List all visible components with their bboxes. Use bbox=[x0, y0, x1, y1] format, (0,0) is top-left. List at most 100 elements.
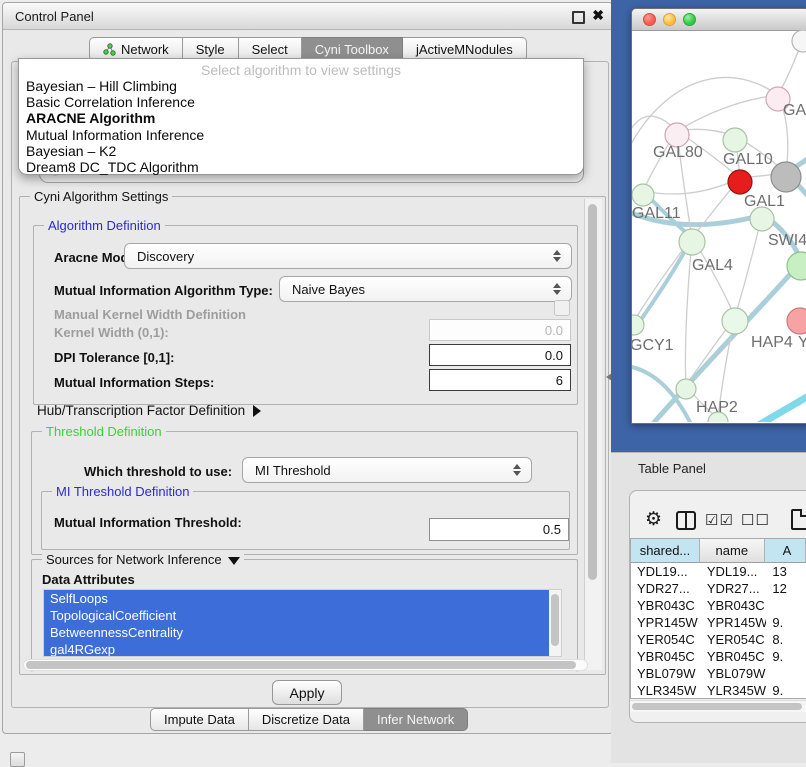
table-cell[interactable]: YLR345W bbox=[631, 682, 701, 699]
table-cell[interactable]: 9. bbox=[766, 648, 806, 665]
collapsed-arrow-icon bbox=[253, 405, 261, 417]
column-header-a[interactable]: A bbox=[765, 539, 806, 563]
table-cell[interactable]: YER054C bbox=[701, 631, 767, 648]
network-node[interactable] bbox=[771, 162, 801, 192]
algorithm-option-aracne-algorithm[interactable]: ARACNE Algorithm bbox=[19, 110, 583, 126]
dpi-tolerance-field[interactable]: 0.0 bbox=[429, 344, 571, 366]
table-horizontal-scrollbar[interactable] bbox=[630, 700, 806, 712]
column-header-shared-[interactable]: shared... bbox=[631, 539, 700, 563]
network-node-swi4[interactable] bbox=[750, 207, 774, 231]
table-cell[interactable]: YER054C bbox=[631, 631, 701, 648]
close-icon[interactable]: ✖ bbox=[592, 7, 604, 24]
node-attribute-table[interactable]: shared...nameA YDL19...YDL19...13YDR27..… bbox=[630, 538, 806, 699]
network-node-hap4[interactable] bbox=[722, 308, 748, 334]
table-cell[interactable]: 13 bbox=[766, 563, 806, 580]
mi-steps-field[interactable]: 6 bbox=[429, 369, 571, 391]
table-cell[interactable]: YPR145W bbox=[701, 614, 767, 631]
deselect-all-icon[interactable]: ☐☐ bbox=[741, 511, 770, 529]
algorithm-option-bayesian-k2[interactable]: Bayesian – K2 bbox=[19, 143, 583, 159]
attribute-item-betweennesscentrality[interactable]: BetweennessCentrality bbox=[44, 624, 549, 641]
table-cell[interactable]: YBL079W bbox=[701, 665, 767, 682]
attribute-item-gal4rgexp[interactable]: gal4RGexp bbox=[44, 641, 549, 657]
network-node-hap2[interactable] bbox=[676, 379, 696, 399]
network-canvas[interactable]: GALGAL80GAL10GAL1GAL11SWI4GAL4GCY1HAP4YH… bbox=[632, 30, 806, 422]
table-cell[interactable]: 9. bbox=[766, 614, 806, 631]
table-cell[interactable]: YDL19... bbox=[701, 563, 767, 580]
column-selector-icon[interactable] bbox=[676, 511, 696, 530]
table-row[interactable]: YBR045CYBR045C9. bbox=[631, 648, 806, 665]
algorithm-option-basic-correlation-inference[interactable]: Basic Correlation Inference bbox=[19, 94, 583, 110]
settings-vertical-scrollbar[interactable] bbox=[584, 199, 602, 670]
table-row[interactable]: YDL19...YDL19...13 bbox=[631, 563, 806, 580]
table-cell[interactable]: 12 bbox=[766, 580, 806, 597]
network-node-y[interactable] bbox=[787, 308, 806, 334]
export-table-icon[interactable] bbox=[791, 509, 806, 530]
mi-threshold-label: Mutual Information Threshold: bbox=[54, 515, 242, 530]
table-header-row: shared...nameA bbox=[631, 539, 806, 563]
network-view-window[interactable]: GALGAL80GAL10GAL1GAL11SWI4GAL4GCY1HAP4YH… bbox=[631, 8, 806, 424]
network-window-titlebar[interactable] bbox=[632, 9, 806, 31]
table-horizontal-scrollbar-thumb[interactable] bbox=[632, 703, 802, 710]
algorithm-option-mutual-information-inference[interactable]: Mutual Information Inference bbox=[19, 127, 583, 143]
table-cell[interactable]: YLR345W bbox=[701, 682, 767, 699]
table-cell[interactable]: 8. bbox=[766, 631, 806, 648]
tab-infer-network[interactable]: Infer Network bbox=[364, 708, 468, 731]
table-cell[interactable]: YBR043C bbox=[631, 597, 701, 614]
float-window-icon[interactable] bbox=[572, 11, 585, 24]
attribute-item-topologicalcoefficient[interactable]: TopologicalCoefficient bbox=[44, 607, 549, 624]
table-row[interactable]: YLR345WYLR345W9. bbox=[631, 682, 806, 699]
mac-close-icon[interactable] bbox=[643, 13, 656, 26]
apply-button[interactable]: Apply bbox=[272, 680, 342, 705]
algorithm-option-bayesian-hill-climbing[interactable]: Bayesian – Hill Climbing bbox=[19, 78, 583, 94]
table-cell[interactable]: YBL079W bbox=[631, 665, 701, 682]
table-row[interactable]: YER054CYER054C8. bbox=[631, 631, 806, 648]
table-cell[interactable] bbox=[766, 597, 806, 614]
table-cell[interactable]: YBR045C bbox=[631, 648, 701, 665]
select-all-icon[interactable]: ☑☑ bbox=[705, 511, 734, 529]
minimized-panel-icon[interactable] bbox=[10, 752, 25, 767]
table-row[interactable]: YBL079WYBL079W bbox=[631, 665, 806, 682]
hub-definition-toggle[interactable]: Hub/Transcription Factor Definition bbox=[37, 403, 261, 418]
mi-threshold-field[interactable]: 0.5 bbox=[429, 518, 569, 541]
mac-zoom-icon[interactable] bbox=[683, 13, 696, 26]
table-cell[interactable]: YDR27... bbox=[631, 580, 701, 597]
combo-stepper-icon bbox=[553, 250, 562, 262]
control-panel-window: Control Panel ✖ NetworkStyleSelectCyni T… bbox=[2, 2, 613, 734]
sources-title-text: Sources for Network Inference bbox=[46, 552, 222, 567]
tab-impute-data[interactable]: Impute Data bbox=[150, 708, 249, 731]
table-cell[interactable]: YBR045C bbox=[701, 648, 767, 665]
table-cell[interactable]: YDR27... bbox=[701, 580, 767, 597]
algorithm-option-dream8-dc-tdc-algorithm[interactable]: Dream8 DC_TDC Algorithm bbox=[19, 159, 583, 175]
mac-minimize-icon[interactable] bbox=[663, 13, 676, 26]
sources-title[interactable]: Sources for Network Inference bbox=[42, 552, 244, 567]
network-node-gal10[interactable] bbox=[723, 128, 747, 152]
which-threshold-combobox[interactable]: MI Threshold bbox=[242, 457, 532, 483]
network-node[interactable] bbox=[792, 30, 806, 52]
table-row[interactable]: YPR145WYPR145W9. bbox=[631, 614, 806, 631]
column-header-name[interactable]: name bbox=[700, 539, 765, 563]
table-cell[interactable]: YDL19... bbox=[631, 563, 701, 580]
network-node-gal11[interactable] bbox=[632, 184, 654, 206]
tab-discretize-data[interactable]: Discretize Data bbox=[249, 708, 364, 731]
table-cell[interactable]: YBR043C bbox=[701, 597, 767, 614]
dpi-tolerance-label: DPI Tolerance [0,1]: bbox=[54, 350, 174, 365]
kernel-width-field[interactable]: 0.0 bbox=[429, 319, 571, 341]
table-cell[interactable]: 9. bbox=[766, 682, 806, 699]
settings-vertical-scrollbar-thumb[interactable] bbox=[588, 204, 597, 580]
gear-icon[interactable]: ⚙ bbox=[645, 508, 662, 531]
settings-horizontal-scrollbar-thumb[interactable] bbox=[26, 661, 576, 669]
tab-label: Cyni Toolbox bbox=[315, 42, 389, 57]
table-cell[interactable] bbox=[766, 665, 806, 682]
mi-algorithm-type-combobox[interactable]: Naive Bayes bbox=[279, 276, 572, 302]
network-node-gal1[interactable] bbox=[728, 170, 752, 194]
network-node-gal4[interactable] bbox=[679, 229, 705, 255]
data-attributes-list[interactable]: SelfLoopsTopologicalCoefficientBetweenne… bbox=[43, 589, 562, 657]
table-row[interactable]: YDR27...YDR27...12 bbox=[631, 580, 806, 597]
combo-stepper-icon bbox=[553, 283, 562, 295]
attribute-item-selfloops[interactable]: SelfLoops bbox=[44, 590, 549, 607]
table-row[interactable]: YBR043CYBR043C bbox=[631, 597, 806, 614]
attributes-list-scrollbar-thumb[interactable] bbox=[551, 594, 559, 646]
aracne-mode-combobox[interactable]: Discovery bbox=[124, 243, 572, 269]
table-cell[interactable]: YPR145W bbox=[631, 614, 701, 631]
manual-kernel-width-checkbox[interactable] bbox=[554, 300, 570, 316]
